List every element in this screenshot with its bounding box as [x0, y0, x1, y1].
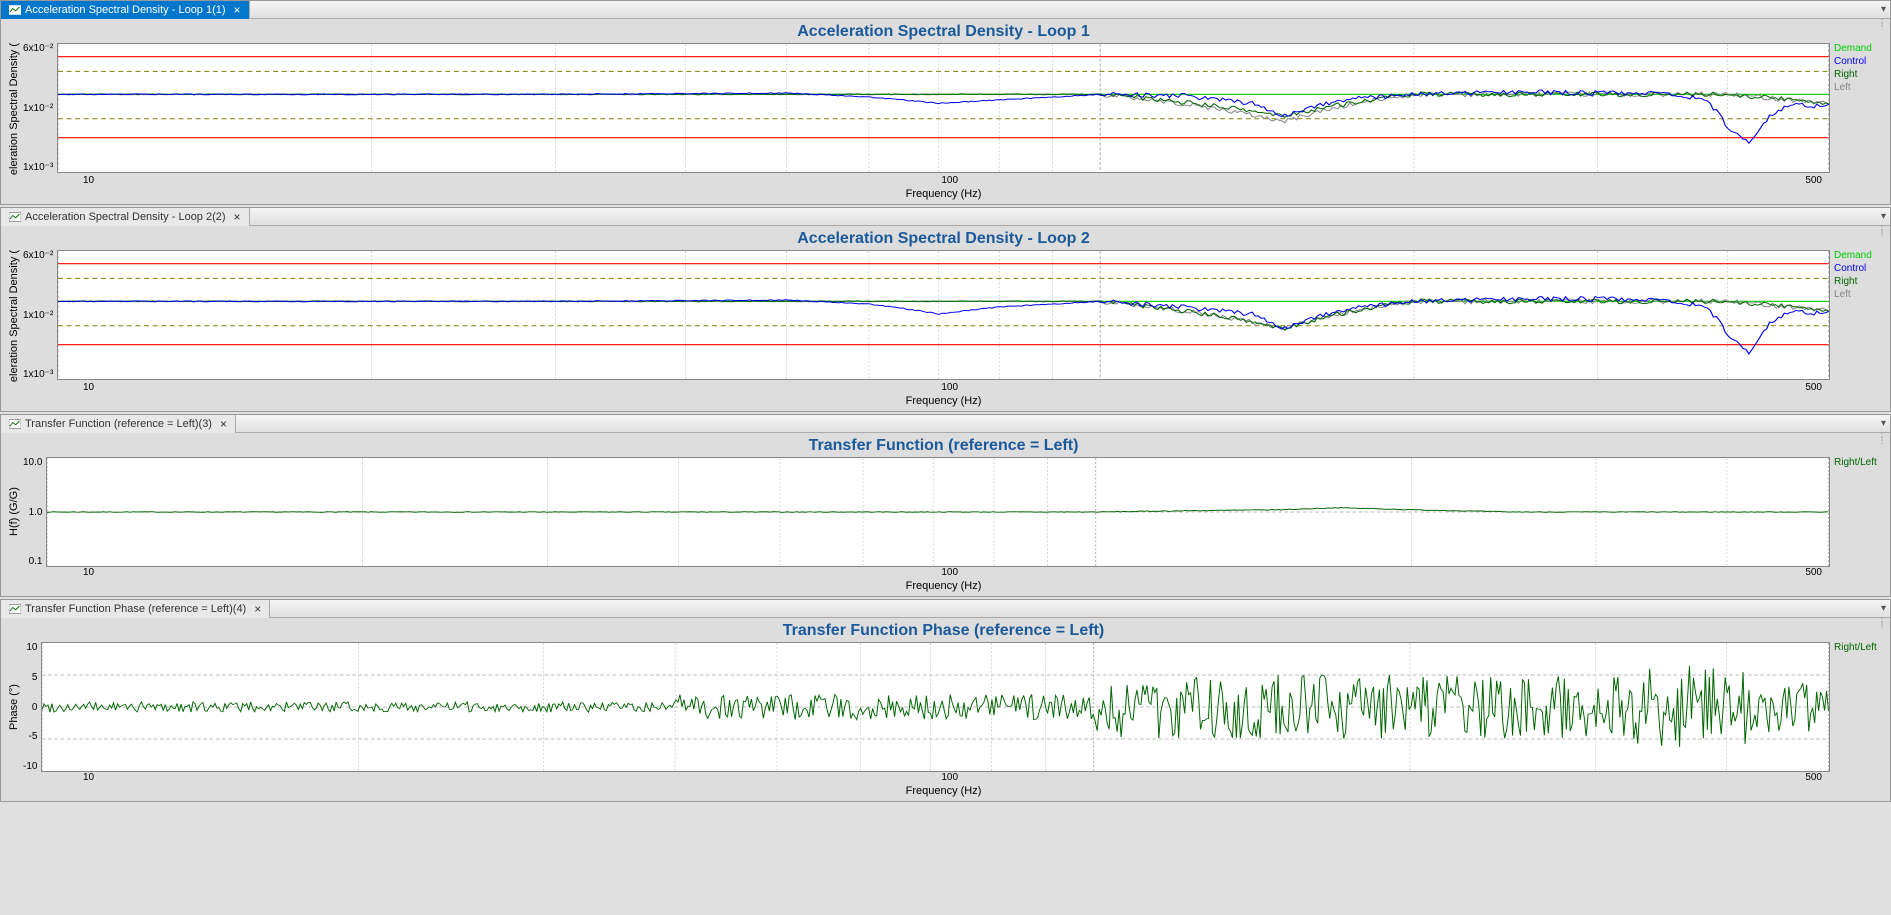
legend-item: Control — [1834, 56, 1882, 67]
tab[interactable]: Transfer Function (reference = Left)(3) … — [1, 415, 236, 433]
tabbar: Transfer Function (reference = Left)(3) … — [1, 415, 1890, 433]
ytick: -5 — [23, 731, 37, 742]
close-icon[interactable]: × — [220, 417, 227, 431]
tabbar: Acceleration Spectral Density - Loop 2(2… — [1, 208, 1890, 226]
ylabel: Phase (°) — [5, 642, 23, 772]
yticks: 6x10⁻² 1x10⁻² 1x10⁻³ — [23, 250, 57, 380]
chart-title: Acceleration Spectral Density - Loop 1 — [5, 23, 1882, 41]
ytick: 6x10⁻² — [23, 250, 53, 261]
chevron-down-icon[interactable]: ▾ — [1881, 603, 1886, 614]
xtick: 10 — [83, 772, 94, 783]
xtick: 100 — [941, 772, 958, 783]
chevron-down-icon[interactable]: ▾ — [1881, 418, 1886, 429]
yticks: 10.0 1.0 0.1 — [23, 457, 46, 567]
chart-title: Transfer Function Phase (reference = Lef… — [5, 622, 1882, 640]
ytick: 6x10⁻² — [23, 43, 53, 54]
ytick: -10 — [23, 761, 37, 772]
grip-icon[interactable]: ⋮⋮⋮⋮ — [1878, 435, 1890, 447]
plot[interactable] — [57, 43, 1830, 173]
xlabel: Frequency (Hz) — [5, 395, 1882, 407]
plot[interactable] — [46, 457, 1830, 567]
tabbar: Transfer Function Phase (reference = Lef… — [1, 600, 1890, 618]
chart-area: ⋮⋮⋮⋮ Transfer Function Phase (reference … — [1, 618, 1890, 801]
xtick: 100 — [941, 382, 958, 393]
ylabel: eleration Spectral Density ( — [5, 43, 23, 175]
grip-icon[interactable]: ⋮⋮⋮⋮ — [1878, 228, 1890, 240]
chart-area: ⋮⋮⋮⋮ Acceleration Spectral Density - Loo… — [1, 19, 1890, 204]
tab[interactable]: Acceleration Spectral Density - Loop 1(1… — [1, 1, 250, 19]
panel-2: Transfer Function (reference = Left)(3) … — [0, 414, 1891, 597]
legend-item: Demand — [1834, 250, 1882, 261]
xtick: 100 — [941, 567, 958, 578]
xticks: 10 100 500 — [5, 772, 1882, 783]
xtick: 10 — [83, 567, 94, 578]
xtick: 500 — [1805, 382, 1822, 393]
chart-area: ⋮⋮⋮⋮ Acceleration Spectral Density - Loo… — [1, 226, 1890, 411]
xtick: 100 — [941, 175, 958, 186]
grip-icon[interactable]: ⋮⋮⋮⋮ — [1878, 21, 1890, 33]
legend-item: Left — [1834, 289, 1882, 300]
chevron-down-icon[interactable]: ▾ — [1881, 4, 1886, 15]
ytick: 0.1 — [23, 556, 42, 567]
ylabel: H(f) (G/G) — [5, 457, 23, 567]
plot[interactable] — [41, 642, 1830, 772]
xtick: 500 — [1805, 567, 1822, 578]
legend-item: Right/Left — [1834, 642, 1882, 653]
panel-3: Transfer Function Phase (reference = Lef… — [0, 599, 1891, 802]
ytick: 1x10⁻³ — [23, 162, 53, 173]
ytick: 10.0 — [23, 457, 42, 468]
ytick: 0 — [23, 702, 37, 713]
grip-icon[interactable]: ⋮⋮⋮⋮ — [1878, 620, 1890, 632]
panel-1: Acceleration Spectral Density - Loop 2(2… — [0, 207, 1891, 412]
tab-label: Acceleration Spectral Density - Loop 1(1… — [25, 4, 226, 16]
yticks: 6x10⁻² 1x10⁻² 1x10⁻³ — [23, 43, 57, 173]
legend-item: Right — [1834, 69, 1882, 80]
ytick: 1x10⁻² — [23, 310, 53, 321]
legend-item: Right — [1834, 276, 1882, 287]
xtick: 500 — [1805, 772, 1822, 783]
ytick: 1x10⁻³ — [23, 369, 53, 380]
xticks: 10 100 500 — [5, 382, 1882, 393]
ytick: 1.0 — [23, 507, 42, 518]
yticks: 10 5 0 -5 -10 — [23, 642, 41, 772]
chart-area: ⋮⋮⋮⋮ Transfer Function (reference = Left… — [1, 433, 1890, 596]
xtick: 10 — [83, 175, 94, 186]
tabbar: Acceleration Spectral Density - Loop 1(1… — [1, 1, 1890, 19]
plot[interactable] — [57, 250, 1830, 380]
close-icon[interactable]: × — [234, 210, 241, 224]
chevron-down-icon[interactable]: ▾ — [1881, 211, 1886, 222]
chart-title: Acceleration Spectral Density - Loop 2 — [5, 230, 1882, 248]
ylabel: eleration Spectral Density ( — [5, 250, 23, 382]
legend: Right/Left — [1830, 642, 1882, 772]
xlabel: Frequency (Hz) — [5, 580, 1882, 592]
legend-item: Control — [1834, 263, 1882, 274]
legend-item: Left — [1834, 82, 1882, 93]
legend: Demand Control Right Left — [1830, 250, 1882, 382]
chart-title: Transfer Function (reference = Left) — [5, 437, 1882, 455]
xticks: 10 100 500 — [5, 567, 1882, 578]
xticks: 10 100 500 — [5, 175, 1882, 186]
tab[interactable]: Acceleration Spectral Density - Loop 2(2… — [1, 208, 250, 226]
tab[interactable]: Transfer Function Phase (reference = Lef… — [1, 600, 270, 618]
xtick: 10 — [83, 382, 94, 393]
xtick: 500 — [1805, 175, 1822, 186]
close-icon[interactable]: × — [254, 602, 261, 616]
legend-item: Right/Left — [1834, 457, 1882, 468]
ytick: 1x10⁻² — [23, 103, 53, 114]
ytick: 5 — [23, 672, 37, 683]
tab-label: Transfer Function (reference = Left)(3) — [25, 418, 212, 430]
tab-label: Transfer Function Phase (reference = Lef… — [25, 603, 246, 615]
ytick: 10 — [23, 642, 37, 653]
legend: Demand Control Right Left — [1830, 43, 1882, 175]
close-icon[interactable]: × — [234, 3, 241, 17]
xlabel: Frequency (Hz) — [5, 785, 1882, 797]
legend-item: Demand — [1834, 43, 1882, 54]
legend: Right/Left — [1830, 457, 1882, 567]
xlabel: Frequency (Hz) — [5, 188, 1882, 200]
panel-0: Acceleration Spectral Density - Loop 1(1… — [0, 0, 1891, 205]
tab-label: Acceleration Spectral Density - Loop 2(2… — [25, 211, 226, 223]
